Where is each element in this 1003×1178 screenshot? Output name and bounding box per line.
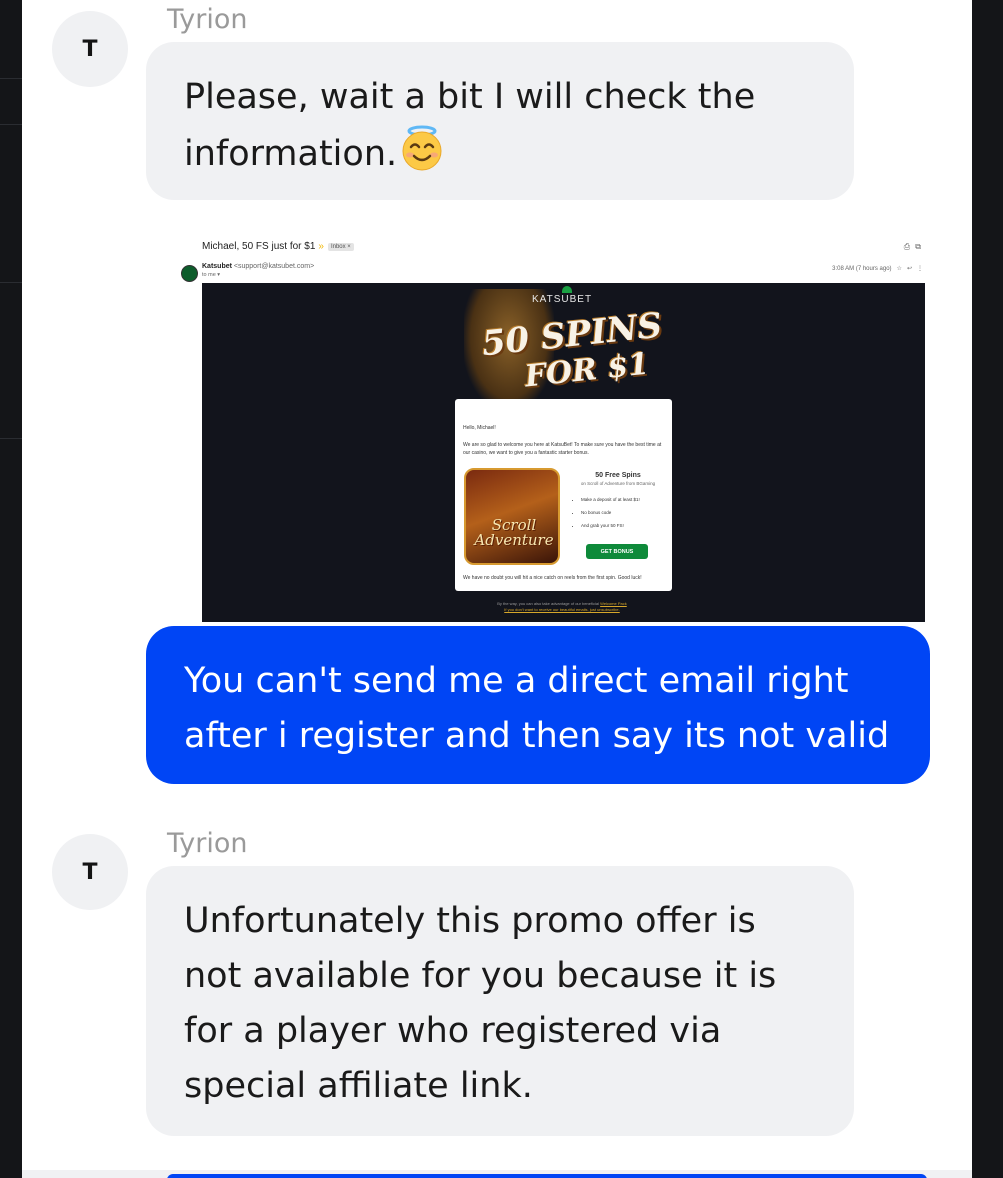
divider <box>0 124 22 125</box>
importance-marker-icon: » <box>318 241 324 252</box>
greeting: Hello, Michael! <box>463 425 496 431</box>
sender-name: Tyrion <box>167 4 248 35</box>
avatar-initial: T <box>82 859 98 885</box>
message-bubble: Unfortunately this promo offer is not av… <box>146 866 854 1136</box>
email-banner: KATSUBET 50 SPINS FOR $1 Hello, Michael!… <box>202 283 925 622</box>
welcome-pack-link[interactable]: Welcome Pack <box>600 601 627 606</box>
from-address: <support@katsubet.com> <box>233 263 315 270</box>
chat-window: T Tyrion Please, wait a bit I will check… <box>22 0 972 1178</box>
brand-name: KATSUBET <box>532 294 593 305</box>
game-name: Scroll Adventure <box>474 516 554 549</box>
list-item: Make a deposit of at least $1! <box>581 493 640 506</box>
sender-logo <box>181 265 198 282</box>
offer-bullets: Make a deposit of at least $1! No bonus … <box>573 493 640 532</box>
email-time: 3:08 AM (7 hours ago) <box>832 266 892 272</box>
message-bubble: Please, wait a bit I will check the info… <box>146 42 854 200</box>
print-icon: ⎙ <box>903 242 911 251</box>
brand-logo-icon <box>562 286 572 293</box>
outgoing-message-bubble: You can't send me a direct email right a… <box>146 626 930 784</box>
list-item: No bonus code <box>581 506 640 519</box>
reply-icon: ↩ <box>906 266 912 272</box>
next-message-peek <box>22 1170 972 1178</box>
email-screenshot-attachment[interactable]: Michael, 50 FS just for $1» Inbox × ⎙ ⧉ K… <box>177 230 957 625</box>
avatar: T <box>52 834 128 910</box>
smiling-face-with-halo-icon <box>399 125 445 188</box>
closing-text: We have no doubt you will hit a nice cat… <box>463 575 642 581</box>
message-text: Please, wait a bit I will check the info… <box>184 77 756 174</box>
email-meta: 3:08 AM (7 hours ago) ☆ ↩ ⋮ <box>832 265 923 272</box>
message-text: You can't send me a direct email right a… <box>184 661 890 756</box>
email-footnote: By the way, you can also take advantage … <box>442 601 682 613</box>
footnote-text: By the way, you can also take advantage … <box>497 601 600 606</box>
avatar: T <box>52 11 128 87</box>
promo-headline: 50 SPINS FOR $1 <box>462 306 682 395</box>
list-item: And grab your 50 FS! <box>581 519 640 532</box>
spins-title: 50 Free Spins <box>595 472 641 479</box>
unsubscribe-text[interactable]: If you don't want to receive our beautif… <box>504 607 620 612</box>
game-thumbnail: Scroll Adventure <box>464 468 560 565</box>
inbox-label: Inbox × <box>327 243 354 251</box>
divider <box>0 282 22 283</box>
email-subject: Michael, 50 FS just for $1» Inbox × <box>202 241 354 252</box>
email-subject-text: Michael, 50 FS just for $1 <box>202 241 316 252</box>
get-bonus-button[interactable]: GET BONUS <box>586 544 648 559</box>
outgoing-message-bubble-partial <box>167 1174 927 1178</box>
right-panel-edge <box>972 0 1003 1178</box>
open-new-window-icon: ⧉ <box>915 242 921 251</box>
divider <box>0 438 22 439</box>
from-name: Katsubet <box>202 263 232 270</box>
left-panel-edge <box>0 0 22 1178</box>
spins-subtitle: on Scroll of Adventure from BGaming <box>580 481 656 486</box>
promo-card: Hello, Michael! We are so glad to welcom… <box>455 399 672 591</box>
welcome-text: We are so glad to welcome you here at Ka… <box>463 442 662 456</box>
avatar-initial: T <box>82 36 98 62</box>
divider <box>0 78 22 79</box>
more-icon: ⋮ <box>917 266 923 272</box>
email-from: Katsubet <support@katsubet.com> <box>202 263 314 270</box>
sender-name: Tyrion <box>167 828 248 859</box>
star-icon: ☆ <box>896 266 902 272</box>
message-text: Unfortunately this promo offer is not av… <box>184 901 777 1106</box>
email-toolbar: ⎙ ⧉ <box>904 242 921 252</box>
email-recipient: to me ▾ <box>202 272 221 278</box>
